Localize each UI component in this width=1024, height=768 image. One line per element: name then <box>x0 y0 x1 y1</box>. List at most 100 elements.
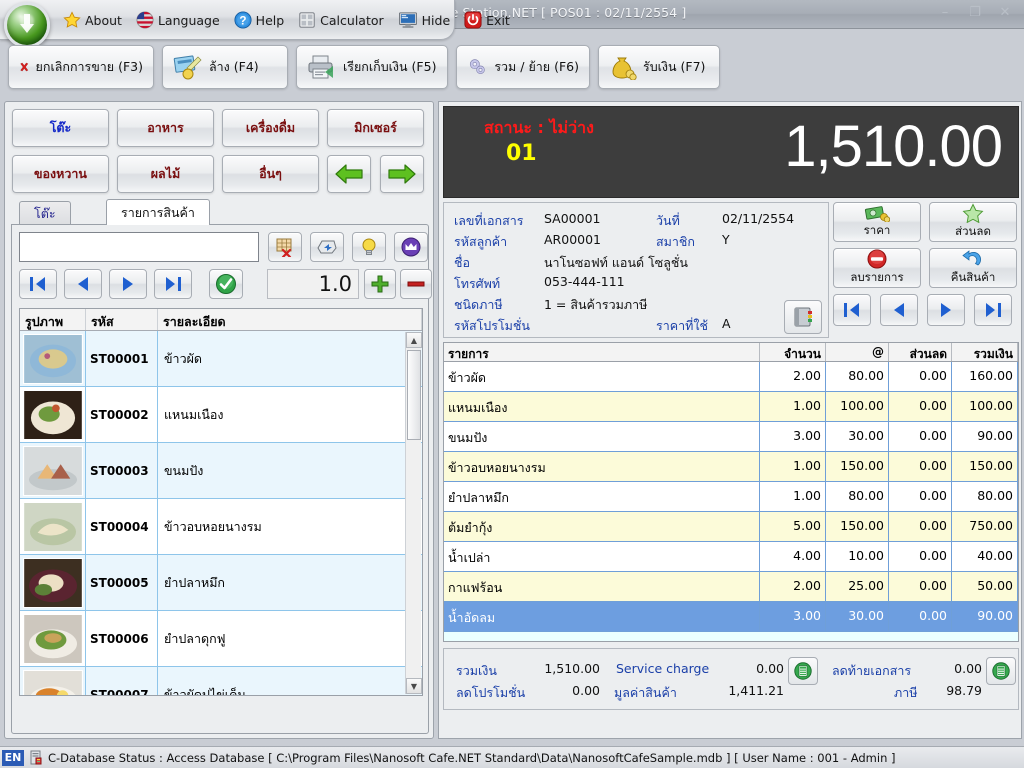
table-row[interactable]: ข้าวอบหอยนางรม 1.00 150.00 0.00 150.00 <box>444 452 1018 482</box>
tab-product-list[interactable]: รายการสินค้า <box>106 199 210 225</box>
hint-button[interactable] <box>352 232 386 262</box>
product-row[interactable]: ST00001 ข้าวผัด <box>20 331 422 387</box>
address-book-button[interactable] <box>784 300 822 334</box>
minimize-button[interactable]: – <box>932 4 958 22</box>
phone-value[interactable]: 053-444-111 <box>544 274 625 289</box>
return-item-button[interactable]: คืนสินค้า <box>929 248 1017 288</box>
table-row[interactable]: ข้าวผัด 2.00 80.00 0.00 160.00 <box>444 362 1018 392</box>
product-row[interactable]: ST00004 ข้าวอบหอยนางรม <box>20 499 422 555</box>
name-value[interactable]: นาโนซอฟท์ แอนด์ โซลูชั่น <box>544 253 688 273</box>
txn-first-record-button[interactable] <box>833 294 871 326</box>
product-grid-scrollbar[interactable]: ▲ ▼ <box>405 332 422 694</box>
member-value[interactable]: Y <box>722 232 730 247</box>
food-photo-icon <box>22 501 83 552</box>
discount-button[interactable]: ส่วนลด <box>929 202 1017 242</box>
product-col-code: รหัส <box>86 309 158 330</box>
menu-item-help[interactable]: ? Help <box>227 0 292 40</box>
doc-no-value[interactable]: SA00001 <box>544 211 600 226</box>
confirm-button[interactable] <box>209 269 243 299</box>
table-row[interactable]: แหนมเนือง 1.00 100.00 0.00 100.00 <box>444 392 1018 422</box>
doc-discount-label: ลดท้ายเอกสาร <box>832 663 912 678</box>
increase-quantity-button[interactable] <box>364 269 396 299</box>
delete-item-button[interactable]: ลบรายการ <box>833 248 921 288</box>
product-row[interactable]: ST00003 ขนมปัง <box>20 443 422 499</box>
doc-discount-value: 0.00 <box>954 661 982 676</box>
txn-item-price: 30.00 <box>826 602 889 631</box>
product-row[interactable]: ST00007 ข้าวผัดปูไข่เค็ม <box>20 667 422 695</box>
clear-button[interactable]: ล้าง (F4) <box>162 45 288 89</box>
purple-crown-icon <box>401 237 421 257</box>
price-button[interactable]: ราคา <box>833 202 921 242</box>
menu-item-about[interactable]: About <box>56 0 129 40</box>
product-row[interactable]: ST00002 แหนมเนือง <box>20 387 422 443</box>
menu-item-calculator[interactable]: Calculator <box>291 0 390 40</box>
category-button-drinks[interactable]: เครื่องดื่ม <box>222 109 319 147</box>
prev-record-button[interactable] <box>64 269 102 299</box>
price-used-value[interactable]: A <box>722 316 731 331</box>
language-indicator[interactable]: EN <box>2 749 24 766</box>
first-record-icon <box>844 303 859 317</box>
decrease-quantity-button[interactable] <box>400 269 432 299</box>
first-record-button[interactable] <box>19 269 57 299</box>
table-row[interactable]: ต้มยำกุ้ง 5.00 150.00 0.00 750.00 <box>444 512 1018 542</box>
category-next-button[interactable] <box>380 155 424 193</box>
merge-move-button[interactable]: รวม / ย้าย (F6) <box>456 45 590 89</box>
maximize-button[interactable]: ❐ <box>962 4 988 22</box>
doc-discount-calc-button[interactable] <box>986 657 1016 685</box>
menu-item-language[interactable]: Language <box>129 0 227 40</box>
customer-code-value[interactable]: AR00001 <box>544 232 601 247</box>
category-prev-button[interactable] <box>327 155 371 193</box>
product-row[interactable]: ST00005 ยำปลาหมึก <box>20 555 422 611</box>
table-row[interactable]: ขนมปัง 3.00 30.00 0.00 90.00 <box>444 422 1018 452</box>
table-row[interactable]: น้ำเปล่า 4.00 10.00 0.00 40.00 <box>444 542 1018 572</box>
tax-type-value[interactable]: 1 = สินค้ารวมภาษี <box>544 295 647 315</box>
service-charge-calc-button[interactable] <box>788 657 818 685</box>
txn-item-qty: 3.00 <box>760 602 826 631</box>
receive-money-button[interactable]: รับเงิน (F7) <box>598 45 720 89</box>
scroll-thumb[interactable] <box>407 350 421 440</box>
menu-item-exit[interactable]: Exit <box>457 0 517 40</box>
download-arrow-icon <box>20 14 34 33</box>
product-thumbnail <box>20 443 86 498</box>
discount-button-label: ส่วนลด <box>955 224 991 238</box>
next-record-icon <box>123 277 133 291</box>
crown-button[interactable] <box>394 232 428 262</box>
bill-button[interactable]: เรียกเก็บเงิน (F5) <box>296 45 448 89</box>
date-label: วันที่ <box>656 213 680 228</box>
txn-prev-record-button[interactable] <box>880 294 918 326</box>
last-record-button[interactable] <box>154 269 192 299</box>
close-button[interactable]: ✕ <box>992 4 1018 22</box>
txn-item-discount: 0.00 <box>889 542 952 571</box>
category-button-fruit[interactable]: ผลไม้ <box>117 155 214 193</box>
keyboard-button[interactable] <box>310 232 344 262</box>
next-record-button[interactable] <box>109 269 147 299</box>
table-row[interactable]: ยำปลาหมึก 1.00 80.00 0.00 80.00 <box>444 482 1018 512</box>
product-code: ST00006 <box>86 611 158 666</box>
date-value[interactable]: 02/11/2554 <box>722 211 794 226</box>
product-thumbnail <box>20 387 86 442</box>
category-button-dessert[interactable]: ของหวาน <box>12 155 109 193</box>
txn-next-record-button[interactable] <box>927 294 965 326</box>
table-row[interactable]: น้ำอัดลม 3.00 30.00 0.00 90.00 <box>444 602 1018 632</box>
product-list-tab-body: 1.0 รูปภาพ รหัส รายละเอียด ST00001 ข้าวผ… <box>11 224 432 734</box>
service-charge-label: Service charge <box>616 661 710 676</box>
category-button-mixer[interactable]: มิกเซอร์ <box>327 109 424 147</box>
category-button-other[interactable]: อื่นๆ <box>222 155 319 193</box>
txn-item-amount: 50.00 <box>952 572 1018 601</box>
cancel-sale-button[interactable]: ยกเลิกการขาย (F3) <box>8 45 154 89</box>
quantity-field[interactable]: 1.0 <box>267 269 359 299</box>
category-button-table[interactable]: โต๊ะ <box>12 109 109 147</box>
customer-code-label: รหัสลูกค้า <box>454 234 508 249</box>
table-row[interactable]: กาแฟร้อน 2.00 25.00 0.00 50.00 <box>444 572 1018 602</box>
menu-item-hide[interactable]: Hide <box>391 0 458 40</box>
grid-clear-button[interactable] <box>268 232 302 262</box>
txn-last-record-button[interactable] <box>974 294 1012 326</box>
product-code: ST00007 <box>86 667 158 695</box>
app-logo-button[interactable] <box>4 2 50 48</box>
search-input[interactable] <box>19 232 259 262</box>
scroll-down-button[interactable]: ▼ <box>406 678 422 694</box>
tab-table[interactable]: โต๊ะ <box>19 201 71 225</box>
scroll-up-button[interactable]: ▲ <box>406 332 422 348</box>
product-row[interactable]: ST00006 ยำปลาดุกฟู <box>20 611 422 667</box>
category-button-food[interactable]: อาหาร <box>117 109 214 147</box>
